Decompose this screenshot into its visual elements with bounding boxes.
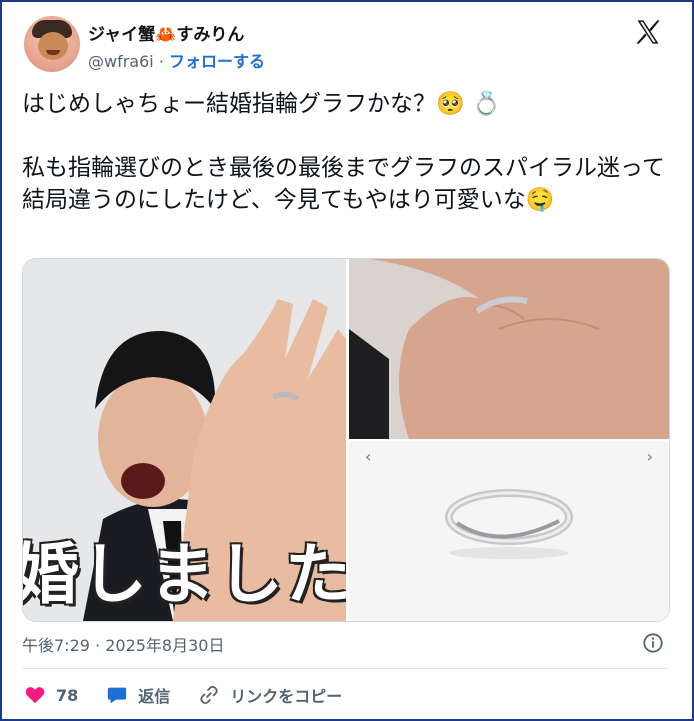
tweet-line-1: はじめしゃちょー結婚指輪グラフかな？🥺 💍 [22,91,501,117]
follow-button[interactable]: フォローする [169,52,265,71]
tweet-header: ジャイ蟹🦀すみりん @wfra6i · フォローする [22,14,672,76]
info-icon[interactable] [642,632,664,654]
like-count: 78 [56,685,79,705]
heart-icon [25,687,45,704]
photo-hand-closeup[interactable] [349,259,669,439]
timestamp-separator: · [89,636,106,655]
link-icon [200,685,218,705]
video-caption-overlay: 婚しました [23,536,346,613]
reply-label: 返信 [138,687,171,706]
reply-bubble-icon [108,687,127,704]
photo-hand-illustration [349,259,669,439]
tweet-line-2: 私も指輪選びのとき最後の最後までグラフのスパイラル迷って結局違うのにしたけど、今… [22,155,665,213]
x-logo-icon[interactable] [634,18,662,46]
tweet-time: 午後7:29 [22,636,90,655]
reply-button[interactable]: 返信 [106,683,170,707]
author-name[interactable]: ジャイ蟹🦀すみりん [88,20,244,45]
tweet-card: ジャイ蟹🦀すみりん @wfra6i · フォローする はじめしゃちょー結婚指輪グ… [0,0,694,721]
photo-ring-product[interactable]: ‹ › [349,441,669,621]
tweet-text: はじめしゃちょー結婚指輪グラフかな？🥺 💍 私も指輪選びのとき最後の最後までグラ… [22,88,672,216]
divider [22,668,668,669]
author-handle[interactable]: @wfra6i [88,52,154,71]
tweet-timestamp[interactable]: 午後7:29 · 2025年8月30日 [22,632,224,656]
photo-man-showing-ring[interactable]: 婚しました [23,259,346,621]
handle-separator: · [153,52,169,71]
chevron-left-icon[interactable]: ‹ [365,447,371,466]
copy-link-button[interactable]: リンクをコピー [198,683,342,707]
copy-link-label: リンクをコピー [230,687,343,706]
like-button[interactable]: 78 [24,684,78,706]
tweet-date: 2025年8月30日 [105,636,225,655]
tweet-actions: 78 返信 リンクをコピー [24,682,370,708]
avatar[interactable] [24,16,80,72]
ring-illustration [445,489,573,559]
media-grid: 婚しました ‹ › [22,258,670,622]
handle-row: @wfra6i · フォローする [88,48,265,72]
chevron-right-icon[interactable]: › [647,447,653,466]
